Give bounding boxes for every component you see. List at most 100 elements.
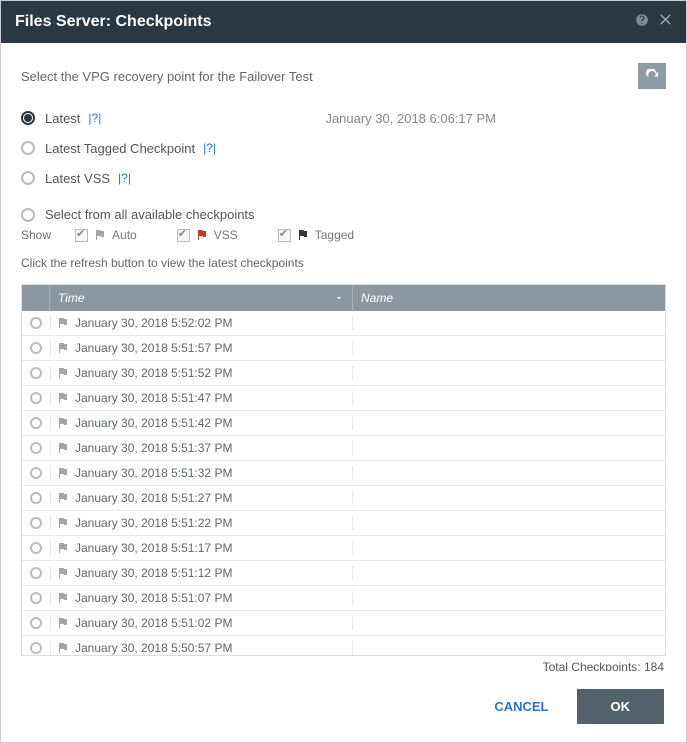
table-row[interactable]: January 30, 2018 5:51:22 PM	[22, 511, 665, 536]
filter-auto[interactable]: Auto	[75, 228, 137, 242]
row-radio[interactable]	[30, 617, 42, 629]
row-radio[interactable]	[30, 317, 42, 329]
row-radio[interactable]	[30, 392, 42, 404]
flag-icon	[57, 392, 69, 404]
filter-tagged[interactable]: Tagged	[278, 228, 354, 242]
table-row[interactable]: January 30, 2018 5:50:57 PM	[22, 636, 665, 655]
table-header: Time Name	[22, 285, 665, 311]
table-row[interactable]: January 30, 2018 5:52:02 PM	[22, 311, 665, 336]
radio-select-all[interactable]: Select from all available checkpoints	[21, 207, 666, 222]
row-radio[interactable]	[30, 592, 42, 604]
row-radio[interactable]	[30, 342, 42, 354]
filter-vss[interactable]: VSS	[177, 228, 238, 242]
radio-latest-vss-input[interactable]	[21, 171, 35, 185]
row-radio[interactable]	[30, 517, 42, 529]
row-radio[interactable]	[30, 442, 42, 454]
table-row[interactable]: January 30, 2018 5:51:02 PM	[22, 611, 665, 636]
titlebar-actions	[635, 13, 672, 32]
col-header-name-label: Name	[361, 291, 393, 305]
radio-latest-help[interactable]: |?|	[88, 111, 101, 125]
filter-auto-checkbox[interactable]	[75, 229, 88, 242]
radio-select-all-input[interactable]	[21, 208, 35, 222]
table-row[interactable]: January 30, 2018 5:51:42 PM	[22, 411, 665, 436]
ok-button[interactable]: OK	[577, 689, 665, 724]
recovery-point-radios: Latest |?| January 30, 2018 6:06:17 PM L…	[21, 103, 666, 193]
row-time-text: January 30, 2018 5:51:22 PM	[75, 516, 232, 530]
row-time-cell: January 30, 2018 5:52:02 PM	[50, 316, 353, 330]
row-radio[interactable]	[30, 542, 42, 554]
table-row[interactable]: January 30, 2018 5:51:27 PM	[22, 486, 665, 511]
row-radio[interactable]	[30, 642, 42, 654]
row-select-cell	[22, 592, 50, 604]
flag-icon	[57, 367, 69, 379]
radio-latest[interactable]: Latest |?| January 30, 2018 6:06:17 PM	[21, 103, 666, 133]
row-time-cell: January 30, 2018 5:51:02 PM	[50, 616, 353, 630]
row-time-text: January 30, 2018 5:51:42 PM	[75, 416, 232, 430]
radio-latest-vss-label: Latest VSS	[45, 171, 110, 186]
table-row[interactable]: January 30, 2018 5:51:52 PM	[22, 361, 665, 386]
radio-latest-tagged-input[interactable]	[21, 141, 35, 155]
radio-latest-vss-help[interactable]: |?|	[118, 171, 131, 185]
row-time-cell: January 30, 2018 5:51:42 PM	[50, 416, 353, 430]
row-time-cell: January 30, 2018 5:51:27 PM	[50, 491, 353, 505]
radio-latest-vss[interactable]: Latest VSS |?|	[21, 163, 666, 193]
radio-latest-input[interactable]	[21, 111, 35, 125]
row-radio[interactable]	[30, 467, 42, 479]
row-time-text: January 30, 2018 5:50:57 PM	[75, 641, 232, 655]
flag-icon	[57, 642, 69, 654]
filter-vss-checkbox[interactable]	[177, 229, 190, 242]
row-radio[interactable]	[30, 492, 42, 504]
radio-latest-tagged-help[interactable]: |?|	[203, 141, 216, 155]
row-select-cell	[22, 617, 50, 629]
refresh-hint: Click the refresh button to view the lat…	[21, 256, 666, 270]
col-header-time[interactable]: Time	[50, 285, 353, 311]
latest-timestamp: January 30, 2018 6:06:17 PM	[325, 111, 666, 126]
close-icon[interactable]	[659, 13, 672, 31]
checkpoints-dialog: Files Server: Checkpoints Select the VPG…	[0, 0, 687, 743]
row-radio[interactable]	[30, 367, 42, 379]
table-body[interactable]: January 30, 2018 5:52:02 PM January 30, 2…	[22, 311, 665, 655]
instruction-text: Select the VPG recovery point for the Fa…	[21, 69, 313, 84]
row-time-text: January 30, 2018 5:51:17 PM	[75, 541, 232, 555]
flag-icon	[57, 342, 69, 354]
filter-tagged-checkbox[interactable]	[278, 229, 291, 242]
col-header-select	[22, 285, 50, 311]
filter-vss-label: VSS	[214, 228, 238, 242]
help-icon[interactable]	[635, 13, 649, 32]
table-row[interactable]: January 30, 2018 5:51:07 PM	[22, 586, 665, 611]
table-row[interactable]: January 30, 2018 5:51:47 PM	[22, 386, 665, 411]
flag-icon	[57, 317, 69, 329]
row-time-cell: January 30, 2018 5:51:57 PM	[50, 341, 353, 355]
radio-select-all-label: Select from all available checkpoints	[45, 207, 255, 222]
flag-icon	[57, 417, 69, 429]
dialog-content: Select the VPG recovery point for the Fa…	[1, 43, 686, 671]
tagged-flag-icon	[297, 229, 309, 241]
row-radio[interactable]	[30, 567, 42, 579]
table-row[interactable]: January 30, 2018 5:51:57 PM	[22, 336, 665, 361]
row-time-text: January 30, 2018 5:51:57 PM	[75, 341, 232, 355]
table-row[interactable]: January 30, 2018 5:51:37 PM	[22, 436, 665, 461]
filter-row: Show Auto VSS Tagged	[21, 228, 666, 242]
flag-icon	[57, 442, 69, 454]
row-select-cell	[22, 517, 50, 529]
vss-flag-icon	[196, 229, 208, 241]
row-radio[interactable]	[30, 417, 42, 429]
row-select-cell	[22, 367, 50, 379]
radio-latest-tagged[interactable]: Latest Tagged Checkpoint |?|	[21, 133, 666, 163]
refresh-icon	[645, 69, 660, 84]
row-time-text: January 30, 2018 5:52:02 PM	[75, 316, 232, 330]
row-time-text: January 30, 2018 5:51:12 PM	[75, 566, 232, 580]
dialog-title: Files Server: Checkpoints	[15, 13, 212, 31]
flag-icon	[57, 517, 69, 529]
cancel-button[interactable]: CANCEL	[484, 691, 558, 722]
col-header-name[interactable]: Name	[353, 285, 665, 311]
row-time-text: January 30, 2018 5:51:32 PM	[75, 466, 232, 480]
refresh-button[interactable]	[638, 63, 666, 89]
flag-icon	[94, 229, 106, 241]
row-time-text: January 30, 2018 5:51:02 PM	[75, 616, 232, 630]
col-header-time-label: Time	[58, 291, 85, 305]
radio-latest-tagged-label: Latest Tagged Checkpoint	[45, 141, 195, 156]
table-row[interactable]: January 30, 2018 5:51:17 PM	[22, 536, 665, 561]
table-row[interactable]: January 30, 2018 5:51:12 PM	[22, 561, 665, 586]
table-row[interactable]: January 30, 2018 5:51:32 PM	[22, 461, 665, 486]
